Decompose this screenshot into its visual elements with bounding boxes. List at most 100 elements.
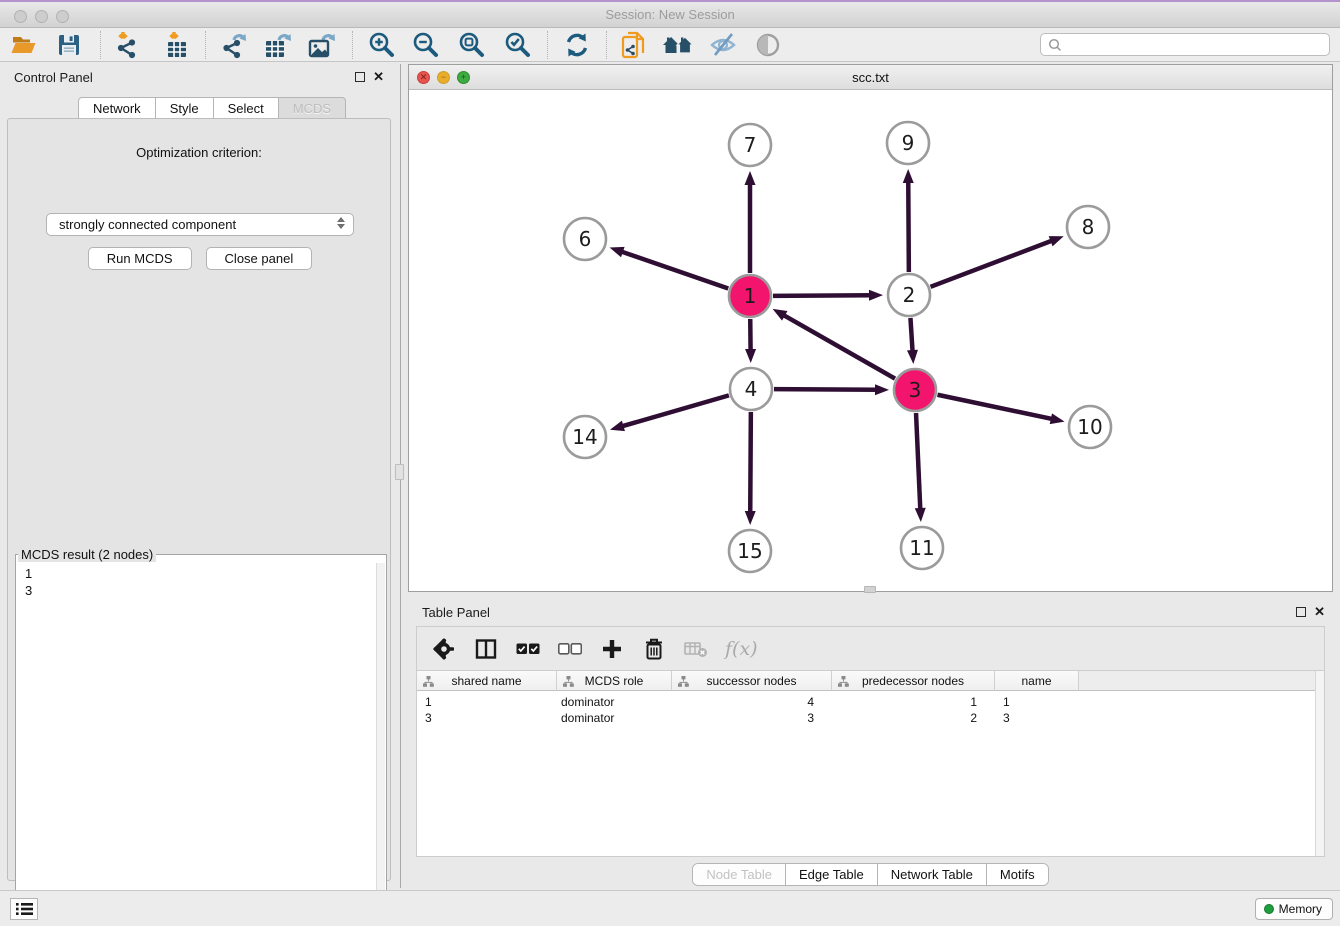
titlebar[interactable]: Session: New Session [0,2,1340,28]
zoom-out-icon[interactable] [411,30,441,60]
graph-edge-2-3[interactable] [910,318,912,353]
search-input[interactable] [1063,36,1313,54]
tab-node-table[interactable]: Node Table [693,864,786,885]
select-all-icon[interactable] [515,636,541,662]
graph-edge-1-2[interactable] [773,295,872,296]
tab-mcds[interactable]: MCDS [279,97,346,119]
close-window-button[interactable] [14,10,27,23]
graph-edge-arrowhead [1050,413,1065,424]
cell-name[interactable]: 3 [995,709,1079,726]
graph-edge-3-11[interactable] [916,413,920,511]
mcds-result-text[interactable]: 1 3 [18,564,374,926]
network-close-button[interactable]: ✕ [417,71,430,84]
cell-shared-name[interactable]: 1 [417,693,557,710]
tab-network[interactable]: Network [78,97,156,119]
close-table-panel-icon[interactable]: ✕ [1314,605,1325,618]
cell-predecessor-nodes[interactable]: 2 [832,709,995,726]
graph-edge-arrowhead [610,421,625,432]
column-header-name[interactable]: name [995,671,1079,691]
tab-motifs[interactable]: Motifs [987,864,1048,885]
zoom-window-button[interactable] [56,10,69,23]
graph-edge-1-6[interactable] [620,251,728,288]
column-header-mcds-role[interactable]: MCDS role [557,671,672,691]
export-network-icon[interactable] [220,30,250,60]
optimization-criterion-select[interactable]: strongly connected component [46,213,354,236]
graph-edge-2-9[interactable] [908,180,909,272]
cell-mcds-role[interactable]: dominator [557,709,672,726]
column-header-successor-nodes[interactable]: successor nodes [672,671,832,691]
refresh-icon[interactable] [562,30,592,60]
hide-graphics-details-icon[interactable] [709,30,739,60]
graph-node-label: 6 [579,227,592,251]
column-header-shared-name[interactable]: shared name [417,671,557,691]
cell-predecessor-nodes[interactable]: 1 [832,693,995,710]
table-row[interactable]: 3 dominator 3 2 3 [417,709,1079,726]
close-panel-icon[interactable]: ✕ [373,70,384,83]
close-panel-button[interactable]: Close panel [206,247,313,270]
toolbar-separator [606,31,607,59]
memory-label: Memory [1279,902,1322,916]
graph-node-label: 1 [744,284,757,308]
graph-edge-4-15[interactable] [750,412,751,514]
import-table-icon[interactable] [163,30,193,60]
deselect-all-icon[interactable] [557,636,583,662]
optimization-criterion-label: Optimization criterion: [8,145,390,160]
zoom-fit-icon[interactable] [457,30,487,60]
cell-name[interactable]: 1 [995,693,1079,710]
graph-node-label: 7 [744,133,757,157]
graph-edge-2-8[interactable] [931,240,1054,287]
column-header-predecessor-nodes[interactable]: predecessor nodes [832,671,995,691]
network-canvas[interactable]: 7968124314101511 [409,90,1332,591]
graph-edge-arrowhead [610,247,625,257]
search-box [1040,33,1330,56]
tab-network-table[interactable]: Network Table [878,864,987,885]
open-file-icon[interactable] [8,30,38,60]
graph-edge-3-1[interactable] [782,314,895,378]
memory-button[interactable]: Memory [1255,898,1333,920]
delete-column-icon[interactable] [641,636,667,662]
float-panel-icon[interactable] [355,72,365,82]
tab-edge-table[interactable]: Edge Table [786,864,878,885]
export-table-icon[interactable] [264,30,294,60]
tab-select[interactable]: Select [214,97,279,119]
cell-shared-name[interactable]: 3 [417,709,557,726]
tab-style[interactable]: Style [156,97,214,119]
cell-successor-nodes[interactable]: 4 [672,693,832,710]
graph-edge-4-14[interactable] [621,395,729,426]
graph-edge-arrowhead [1049,236,1064,246]
table-panel: Table Panel ✕ [408,600,1333,888]
save-session-icon[interactable] [54,30,84,60]
export-image-icon[interactable] [308,30,338,60]
header-filler [1079,671,1317,691]
minimize-window-button[interactable] [35,10,48,23]
table-scrollbar[interactable] [1315,671,1324,856]
float-table-panel-icon[interactable] [1296,607,1306,617]
graph-edge-4-3[interactable] [774,389,878,390]
copy-network-icon[interactable] [619,30,649,60]
zoom-selected-icon[interactable] [503,30,533,60]
run-mcds-button[interactable]: Run MCDS [88,247,192,270]
task-history-button[interactable] [10,898,38,920]
table-toolbar: f(x) [416,626,1325,670]
table-panel-title: Table Panel [422,605,490,620]
toolbar-separator [205,31,206,59]
panel-divider-grip[interactable] [395,464,404,480]
graph-edge-3-10[interactable] [938,395,1054,420]
control-panel-title: Control Panel [14,70,93,85]
home-icon[interactable] [661,30,697,60]
add-column-icon[interactable] [599,636,625,662]
network-minimize-button[interactable]: − [437,71,450,84]
cell-mcds-role[interactable]: dominator [557,693,672,710]
mcds-result-scrollbar[interactable] [376,563,385,926]
show-graphics-details-icon[interactable] [753,30,783,60]
network-window-titlebar[interactable]: ✕ − + scc.txt [409,65,1332,90]
show-column-panel-icon[interactable] [473,636,499,662]
network-split-grip[interactable] [864,586,876,593]
import-network-icon[interactable] [113,30,143,60]
cell-successor-nodes[interactable]: 3 [672,709,832,726]
table-settings-icon[interactable] [431,636,457,662]
table-row[interactable]: 1 dominator 4 1 1 [417,693,1079,710]
zoom-in-icon[interactable] [367,30,397,60]
select-stepper-icon [337,217,345,229]
network-maximize-button[interactable]: + [457,71,470,84]
